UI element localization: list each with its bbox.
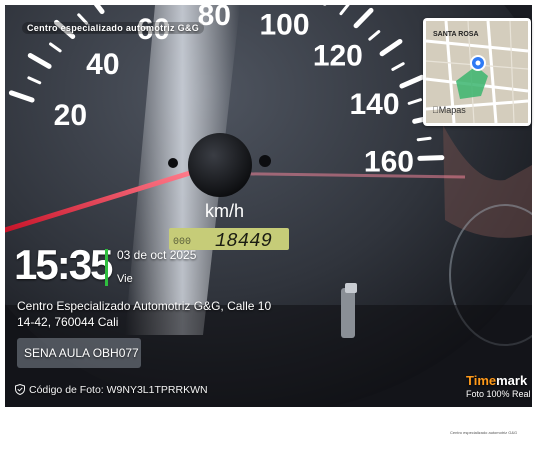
- address-stamp: Centro Especializado Automotriz G&G, Cal…: [17, 299, 272, 329]
- photo-code-text: Código de Foto: W9NY3L1TPRRKWN: [29, 384, 208, 396]
- date-stamp: 03 de oct 2025: [117, 248, 197, 262]
- odometer-reading: 18449: [215, 230, 272, 252]
- footer-note: Centro especializado automotriz G&G: [450, 430, 518, 435]
- dial-number-160: 160: [364, 146, 414, 179]
- dial-number-100: 100: [259, 8, 309, 41]
- dial-number-140: 140: [350, 88, 400, 121]
- time-divider: [105, 249, 108, 286]
- dial-tick: [417, 155, 445, 161]
- timemark-subtitle: Foto 100% Real: [466, 389, 531, 399]
- dial-number-20: 20: [54, 99, 87, 132]
- shield-check-icon: [15, 384, 25, 395]
- dial-number-40: 40: [86, 48, 119, 81]
- timemark-logo: Timemark: [466, 373, 527, 388]
- odometer-label: 000: [173, 237, 191, 248]
- speed-unit: km/h: [205, 201, 244, 221]
- photo-code: Código de Foto: W9NY3L1TPRRKWN: [15, 384, 208, 396]
- dial-tick: [416, 136, 432, 142]
- time-stamp: 15:35: [14, 241, 113, 288]
- maps-brand-text: Mapas: [432, 105, 466, 115]
- timemark-logo-b: mark: [496, 373, 528, 388]
- maps-brand: Mapas: [432, 105, 466, 115]
- map-place-label: SANTA ROSA: [433, 31, 479, 38]
- weekday-stamp: Vie: [117, 273, 133, 285]
- brand-caption: Centro especializado automotriz G&G: [22, 22, 205, 34]
- dial-number-120: 120: [313, 40, 363, 73]
- timemark-logo-a: Time: [466, 373, 497, 388]
- tag-label: SENA AULA OBH077: [24, 346, 139, 360]
